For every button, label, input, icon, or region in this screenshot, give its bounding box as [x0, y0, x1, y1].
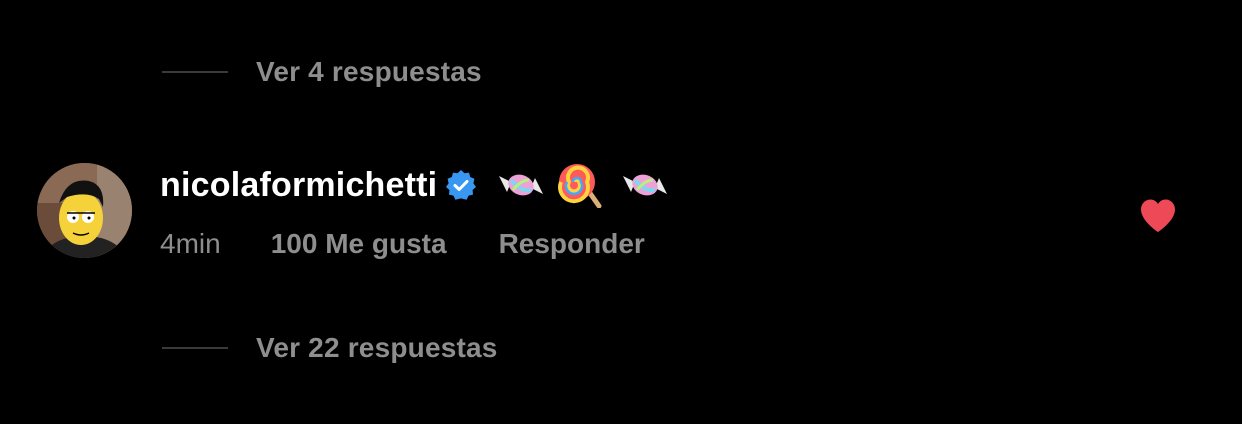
- replies-divider: [162, 347, 228, 349]
- likes-count-link[interactable]: 100 Me gusta: [271, 228, 447, 260]
- view-replies-label: Ver 4 respuestas: [256, 56, 482, 87]
- candy-icon: [623, 174, 668, 196]
- reply-button[interactable]: Responder: [499, 228, 645, 260]
- username-link[interactable]: nicolaformichetti: [160, 166, 437, 205]
- view-replies-label: Ver 22 respuestas: [256, 332, 498, 363]
- avatar-image: [37, 163, 132, 258]
- replies-divider: [162, 71, 228, 73]
- comment-timestamp: 4min: [160, 228, 221, 259]
- candy-icon: [499, 174, 544, 196]
- avatar[interactable]: [37, 163, 132, 258]
- comment-text: [493, 162, 673, 208]
- verified-badge-icon: [446, 170, 477, 200]
- lollipop-icon: [558, 164, 602, 208]
- view-replies-button[interactable]: Ver 22 respuestas: [162, 332, 498, 364]
- heart-icon[interactable]: [1139, 198, 1177, 234]
- view-replies-button[interactable]: Ver 4 respuestas: [162, 56, 482, 88]
